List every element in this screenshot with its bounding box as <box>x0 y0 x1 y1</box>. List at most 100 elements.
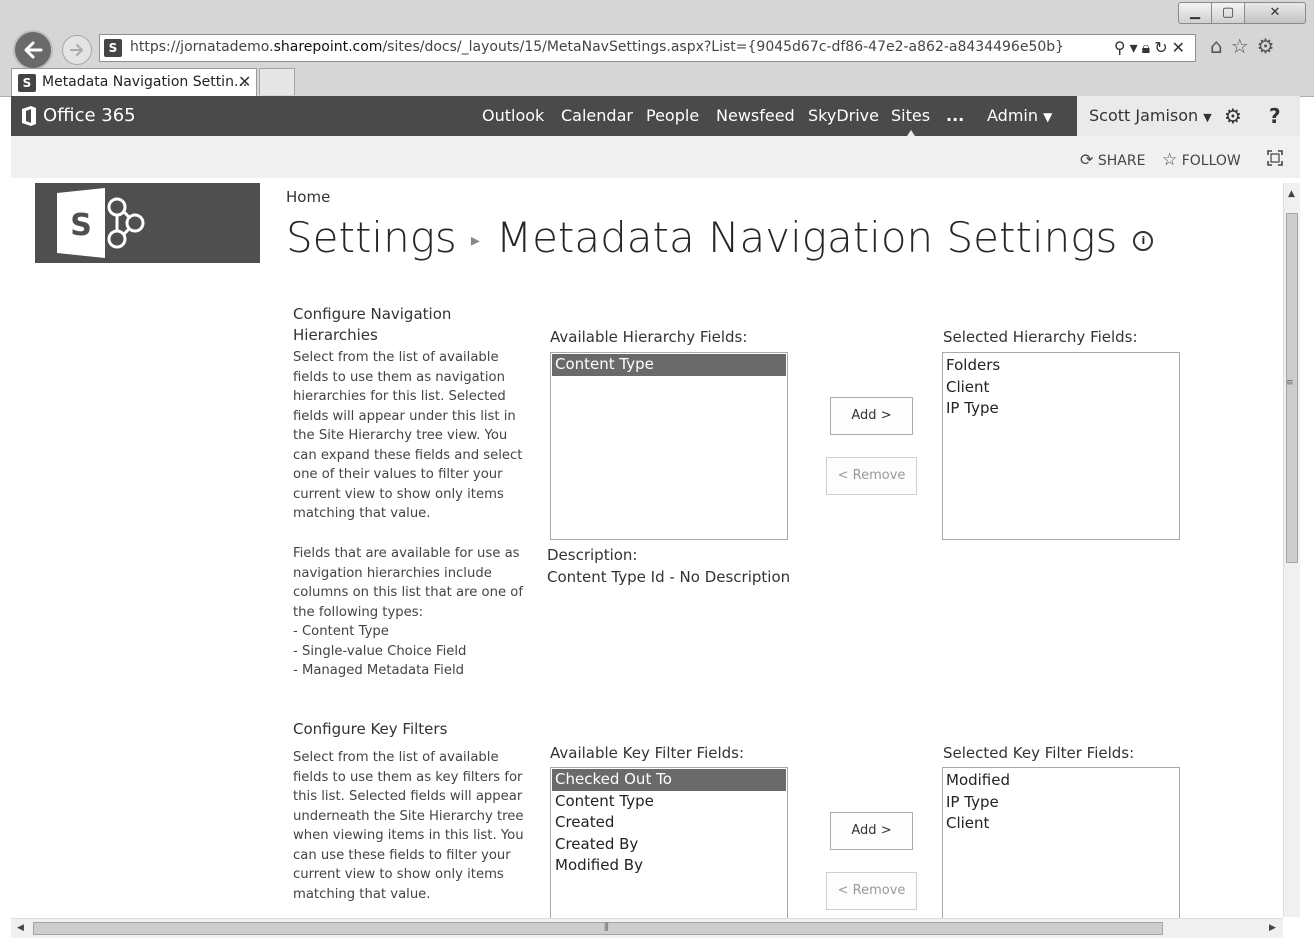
grip-icon: ⦀ <box>604 921 609 934</box>
chevron-down-icon: ▼ <box>1203 111 1212 124</box>
selected-key-filter-label: Selected Key Filter Fields: <box>943 744 1135 762</box>
favorites-star-icon[interactable]: ☆ <box>1231 34 1257 58</box>
grip-icon: ≡ <box>1286 378 1294 388</box>
list-item[interactable]: Folders <box>943 355 1179 377</box>
available-key-filter-listbox[interactable]: Checked Out To Content Type Created Crea… <box>550 767 788 918</box>
list-item[interactable]: Content Type <box>552 791 786 813</box>
help-icon[interactable]: ? <box>1269 104 1281 128</box>
scroll-up-icon[interactable]: ▲ <box>1288 189 1295 199</box>
available-key-filter-label: Available Key Filter Fields: <box>550 744 745 762</box>
minimize-icon: ▁ <box>1190 5 1200 20</box>
sharepoint-logo-icon: S <box>57 188 145 258</box>
hierarchies-types-description: Fields that are available for use as nav… <box>293 544 525 681</box>
site-logo[interactable]: S <box>35 183 260 263</box>
info-icon[interactable]: i <box>1133 230 1154 251</box>
lock-icon[interactable]: 🔒︎ <box>1142 38 1155 57</box>
scroll-left-icon[interactable]: ◀ <box>17 923 24 933</box>
scroll-right-icon[interactable]: ▶ <box>1269 923 1276 933</box>
browser-frame: ▁ ▢ ✕ S https://jornatademo.sharepoint.c… <box>0 0 1314 97</box>
sharepoint-favicon-icon: S <box>104 39 122 57</box>
selected-key-filter-listbox[interactable]: Modified IP Type Client <box>942 767 1180 918</box>
breadcrumb-separator-icon: ▸ <box>470 230 480 251</box>
office-logo-icon <box>22 106 36 126</box>
breadcrumb-home[interactable]: Home <box>286 188 330 206</box>
tools-gear-icon[interactable]: ⚙ <box>1257 34 1283 58</box>
settings-gear-icon[interactable]: ⚙ <box>1224 104 1242 128</box>
hierarchies-heading: Configure Navigation Hierarchies <box>293 305 452 344</box>
list-item[interactable]: Checked Out To <box>552 769 786 791</box>
add-hierarchy-button[interactable]: Add > <box>830 397 913 435</box>
follow-button[interactable]: ☆ FOLLOW <box>1162 150 1241 170</box>
list-item[interactable]: IP Type <box>943 398 1179 420</box>
add-key-filter-button[interactable]: Add > <box>830 812 913 850</box>
available-hierarchy-label: Available Hierarchy Fields: <box>550 328 748 346</box>
stop-icon[interactable]: ✕ <box>1172 38 1189 57</box>
nav-sites[interactable]: Sites <box>891 106 930 125</box>
horizontal-scrollbar[interactable]: ◀ ⦀ ▶ <box>11 918 1283 938</box>
selected-hierarchy-label: Selected Hierarchy Fields: <box>943 328 1138 346</box>
focus-on-content-icon[interactable] <box>1267 150 1283 166</box>
list-item[interactable]: Modified By <box>552 855 786 877</box>
star-icon: ☆ <box>1162 150 1178 170</box>
search-icon[interactable]: ⚲ <box>1114 38 1130 57</box>
arrow-left-icon <box>24 41 43 59</box>
nav-outlook[interactable]: Outlook <box>482 106 544 125</box>
user-area: Scott Jamison ▼ ⚙ ? <box>1077 96 1300 136</box>
minimize-button[interactable]: ▁ <box>1178 2 1212 24</box>
suite-bar: Office 365 Outlook Calendar People Newsf… <box>11 96 1300 136</box>
browser-tab[interactable]: S Metadata Navigation Settin... ✕ <box>11 68 257 96</box>
tab-title: Metadata Navigation Settin... <box>42 74 248 90</box>
svg-text:S: S <box>70 208 92 243</box>
maximize-button[interactable]: ▢ <box>1211 2 1245 24</box>
description-value: Content Type Id - No Description <box>547 568 791 586</box>
chevron-down-icon: ▼ <box>1043 110 1053 124</box>
ribbon-bar: ⟳ SHARE ☆ FOLLOW <box>11 136 1300 178</box>
close-icon: ✕ <box>1269 5 1281 20</box>
arrow-right-icon <box>70 44 83 56</box>
nav-newsfeed[interactable]: Newsfeed <box>716 106 795 125</box>
user-menu[interactable]: Scott Jamison ▼ <box>1089 106 1212 125</box>
browser-toolbar: ⌂☆⚙ <box>1210 34 1283 58</box>
list-item[interactable]: Modified <box>943 770 1179 792</box>
selected-hierarchy-listbox[interactable]: Folders Client IP Type <box>942 352 1180 540</box>
hierarchies-description: Select from the list of available fields… <box>293 350 523 521</box>
nav-more[interactable]: ... <box>946 106 964 125</box>
type-choice-field: - Single-value Choice Field <box>293 643 467 659</box>
back-button[interactable] <box>13 30 53 70</box>
address-bar[interactable]: S https://jornatademo.sharepoint.com/sit… <box>99 34 1196 62</box>
nav-skydrive[interactable]: SkyDrive <box>808 106 879 125</box>
forward-button[interactable] <box>62 35 92 65</box>
remove-key-filter-button[interactable]: < Remove <box>826 872 917 910</box>
sharepoint-favicon-icon: S <box>18 74 36 92</box>
remove-hierarchy-button[interactable]: < Remove <box>826 457 917 495</box>
address-bar-actions: ⚲▾🔒︎↻✕ <box>1114 38 1189 58</box>
available-hierarchy-listbox[interactable]: Content Type <box>550 352 788 540</box>
vertical-scroll-thumb[interactable] <box>1286 213 1298 563</box>
list-item[interactable]: Client <box>943 377 1179 399</box>
title-parent-link[interactable]: Settings <box>286 213 457 262</box>
key-filters-heading: Configure Key Filters <box>293 720 448 738</box>
horizontal-scroll-thumb[interactable]: ⦀ <box>33 921 1163 935</box>
list-item[interactable]: IP Type <box>943 792 1179 814</box>
url-text[interactable]: https://jornatademo.sharepoint.com/sites… <box>130 39 1064 55</box>
home-icon[interactable]: ⌂ <box>1210 34 1231 58</box>
description-label: Description: <box>547 546 638 564</box>
key-filters-description: Select from the list of available fields… <box>293 750 524 902</box>
refresh-icon[interactable]: ↻ <box>1154 38 1171 57</box>
list-item[interactable]: Created <box>552 812 786 834</box>
new-tab-button[interactable] <box>259 68 295 95</box>
close-window-button[interactable]: ✕ <box>1244 2 1306 24</box>
list-item[interactable]: Content Type <box>552 354 786 376</box>
share-icon: ⟳ <box>1080 150 1094 169</box>
dropdown-icon[interactable]: ▾ <box>1130 38 1142 57</box>
list-item[interactable]: Client <box>943 813 1179 835</box>
nav-people[interactable]: People <box>646 106 699 125</box>
nav-admin[interactable]: Admin ▼ <box>987 106 1052 125</box>
office-365-logo[interactable]: Office 365 <box>43 105 136 126</box>
share-button[interactable]: ⟳ SHARE <box>1080 150 1145 169</box>
list-item[interactable]: Created By <box>552 834 786 856</box>
tab-close-icon[interactable]: ✕ <box>238 72 251 91</box>
type-managed-metadata: - Managed Metadata Field <box>293 663 464 678</box>
nav-calendar[interactable]: Calendar <box>561 106 633 125</box>
vertical-scrollbar[interactable]: ▲ ≡ <box>1283 183 1300 917</box>
